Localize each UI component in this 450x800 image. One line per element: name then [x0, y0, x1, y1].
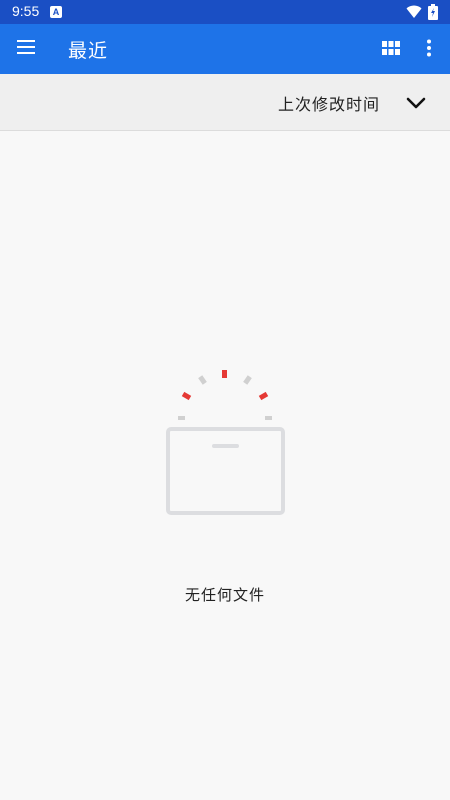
- status-bar: 9:55 A: [0, 0, 450, 24]
- battery-icon: [428, 4, 438, 20]
- empty-folder-icon: [166, 370, 285, 515]
- grid-view-icon[interactable]: [382, 41, 400, 55]
- sparkle-mark: [222, 370, 227, 378]
- sparkle-mark: [243, 375, 252, 385]
- sparkle-mark: [198, 375, 207, 385]
- sort-label[interactable]: 上次修改时间: [278, 91, 380, 115]
- chevron-down-icon[interactable]: [406, 96, 426, 110]
- app-bar: 最近: [0, 24, 450, 74]
- sparkle-mark: [178, 416, 185, 420]
- status-time: 9:55: [12, 3, 40, 19]
- app-title: 最近: [68, 40, 109, 62]
- wifi-icon: [406, 5, 422, 18]
- empty-state-message: 无任何文件: [184, 586, 265, 604]
- more-vert-icon[interactable]: [426, 39, 432, 57]
- sort-bar[interactable]: 上次修改时间: [0, 74, 450, 131]
- a-icon: A: [50, 6, 62, 18]
- sparkle-mark: [258, 391, 269, 401]
- hamburger-menu-icon[interactable]: [17, 40, 35, 54]
- sparkle-mark: [265, 416, 272, 420]
- sparkle-mark: [181, 391, 192, 401]
